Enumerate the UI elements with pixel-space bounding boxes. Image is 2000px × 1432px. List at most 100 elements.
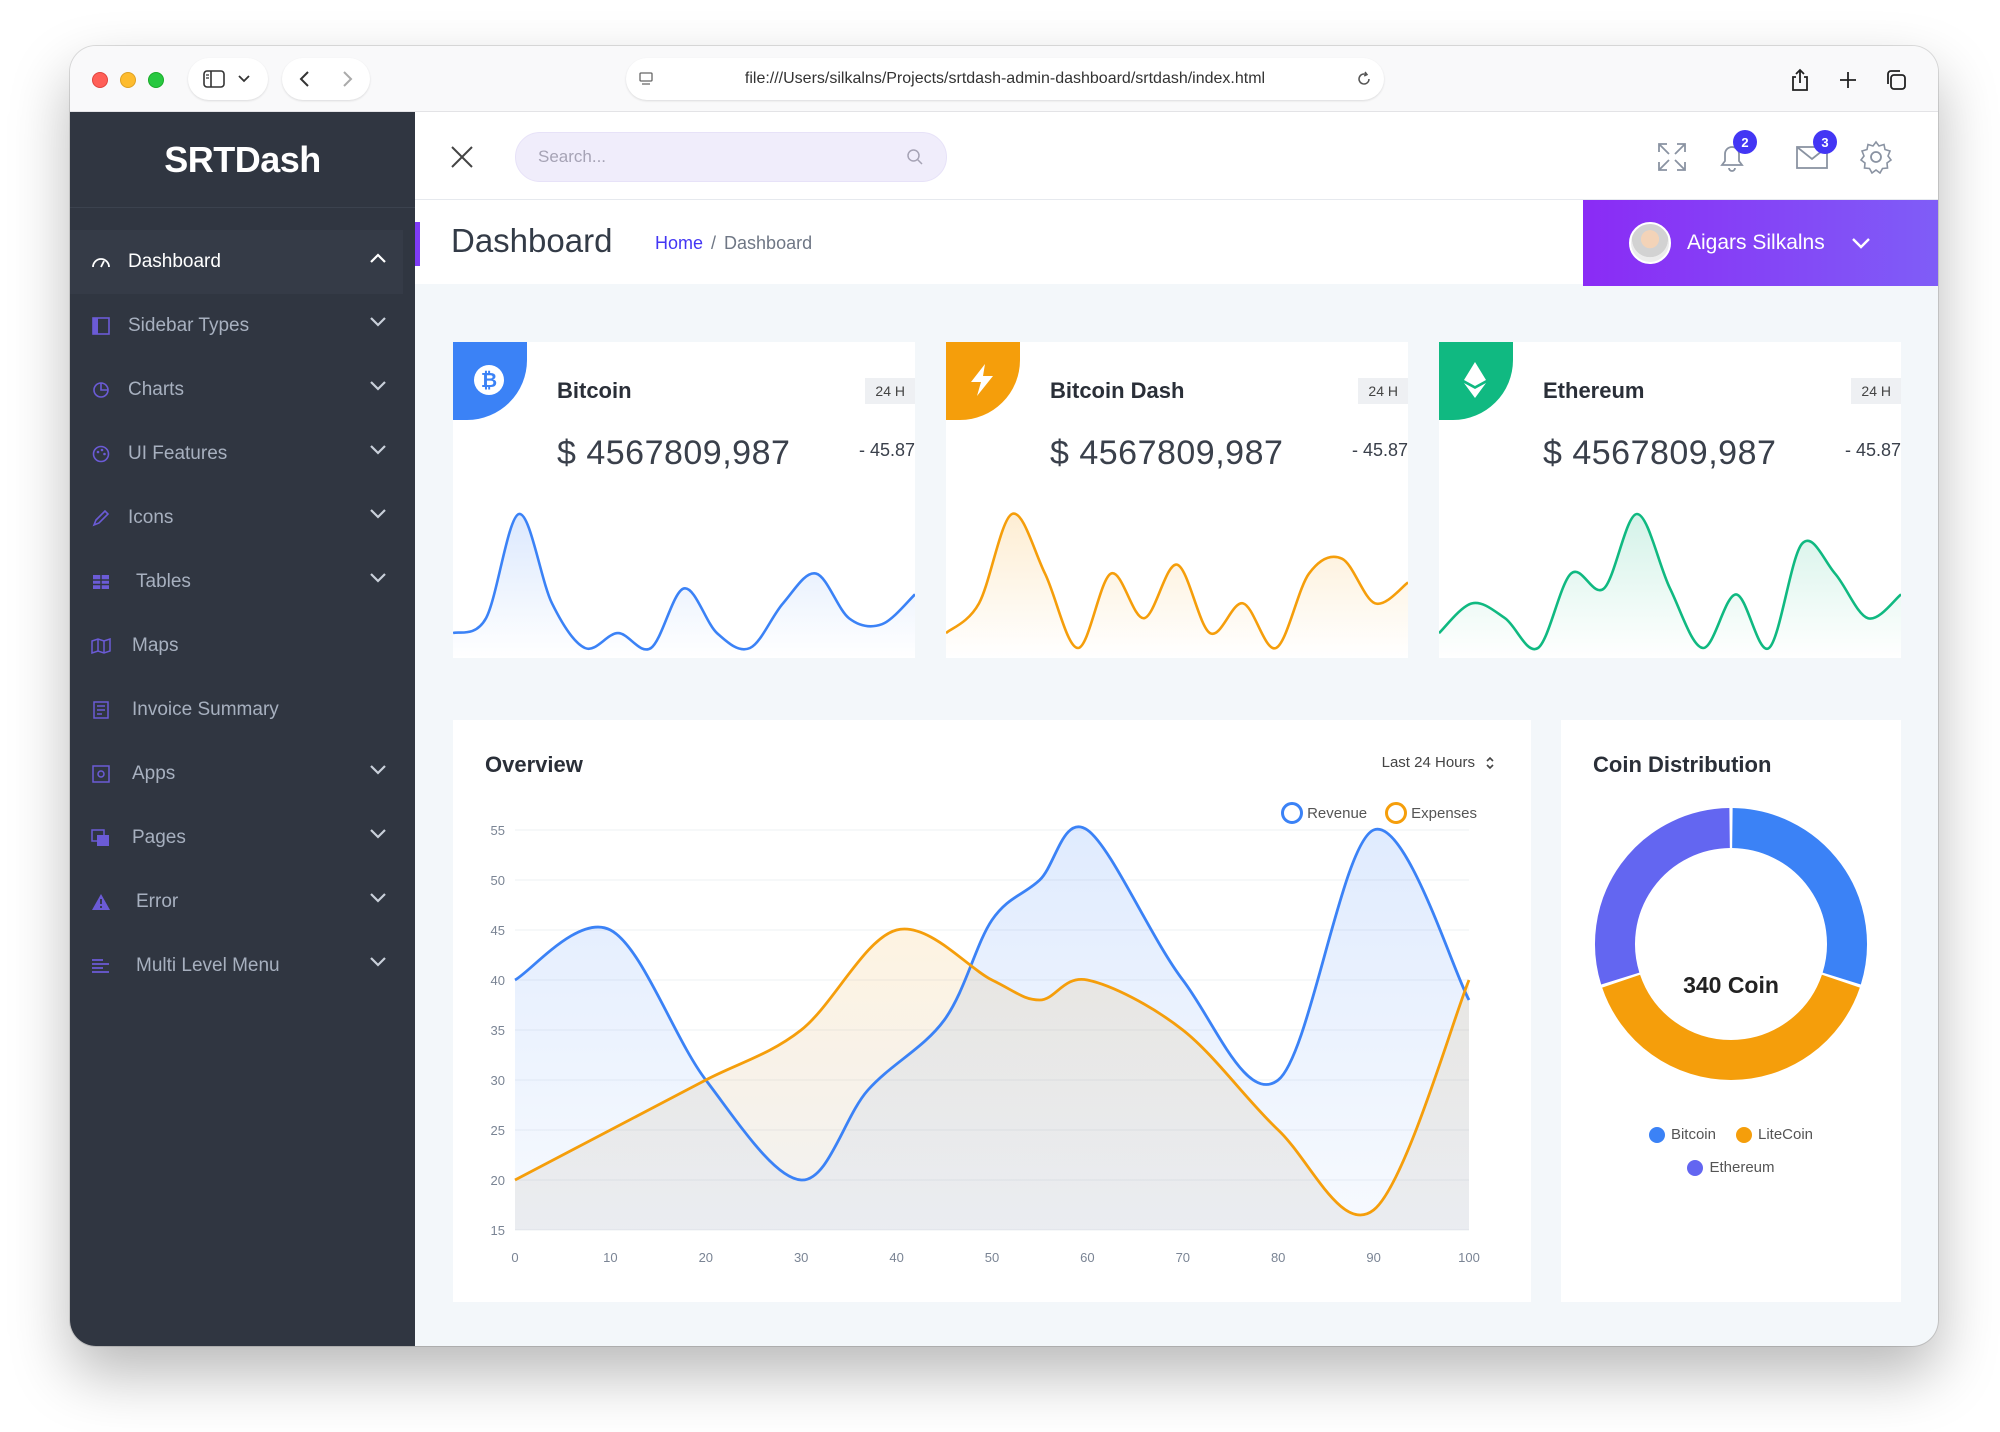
sidebar-item-label: Invoice Summary (132, 699, 279, 720)
breadcrumb-current: Dashboard (724, 233, 813, 253)
search-input[interactable] (538, 133, 878, 181)
legend-expenses[interactable]: Expenses (1385, 802, 1477, 824)
x-tick-label: 20 (699, 1250, 713, 1265)
coin-price: $ 4567809,987 (1050, 434, 1284, 472)
user-name: Aigars Silkalns (1687, 231, 1825, 254)
palette-icon (88, 441, 114, 467)
maximize-window-button[interactable] (148, 72, 164, 88)
svg-text:₿: ₿ (481, 370, 497, 392)
settings-button[interactable] (1855, 136, 1897, 178)
browser-toolbar: file:///Users/silkalns/Projects/srtdash-… (70, 46, 1938, 112)
sidebar-item-pages[interactable]: Pages (70, 806, 415, 870)
x-tick-label: 10 (603, 1250, 617, 1265)
coin-price: $ 4567809,987 (557, 434, 791, 472)
coin-badge (1439, 342, 1513, 420)
pages-icon (88, 825, 114, 851)
sparkline-area (453, 513, 915, 658)
minimize-window-button[interactable] (120, 72, 136, 88)
reload-icon[interactable] (1356, 71, 1372, 87)
legend-bitcoin[interactable]: Bitcoin (1648, 1126, 1716, 1143)
chevron-down-icon (370, 893, 386, 903)
chevron-up-icon (370, 253, 386, 263)
sidebar-item-icons[interactable]: Icons (70, 486, 415, 550)
forward-button[interactable] (326, 58, 370, 100)
sidebar: SRTDash Dashboard Sidebar Types Charts U… (70, 112, 415, 1346)
close-window-button[interactable] (92, 72, 108, 88)
search-icon[interactable] (906, 148, 924, 166)
nav-buttons (282, 58, 370, 100)
legend-swatch (1385, 802, 1408, 824)
sidebar-item-maps[interactable]: Maps (70, 614, 415, 678)
legend-label: LiteCoin (1757, 1126, 1814, 1143)
legend-ethereum[interactable]: Ethereum (1687, 1159, 1775, 1176)
sidebar-item-ui-features[interactable]: UI Features (70, 422, 415, 486)
sidebar-item-label: Charts (128, 379, 184, 400)
y-tick-label: 40 (491, 973, 505, 988)
sidebar-item-charts[interactable]: Charts (70, 358, 415, 422)
sidebar-item-multi-level-menu[interactable]: Multi Level Menu (70, 934, 415, 998)
table-icon (88, 569, 114, 595)
coin-change: - 45.87 (1844, 440, 1901, 460)
search-box (515, 132, 947, 182)
coin-name: Bitcoin (557, 378, 632, 403)
x-tick-label: 100 (1458, 1250, 1480, 1265)
browser-window: file:///Users/silkalns/Projects/srtdash-… (70, 46, 1938, 1346)
chevron-down-icon (1851, 238, 1870, 249)
sidebar-menu-button[interactable] (226, 58, 262, 100)
x-tick-label: 90 (1366, 1250, 1380, 1265)
messages-button[interactable]: 3 (1791, 130, 1837, 178)
legend-label: Revenue (1307, 804, 1368, 822)
sidebar-item-tables[interactable]: Tables (70, 550, 415, 614)
new-tab-button[interactable] (1828, 60, 1868, 100)
logo[interactable]: SRTDash (164, 139, 321, 181)
map-icon (88, 633, 114, 659)
back-button[interactable] (282, 58, 326, 100)
sidebar-item-label: Error (136, 891, 179, 912)
y-tick-label: 15 (491, 1223, 505, 1238)
share-icon (1792, 68, 1808, 91)
address-bar[interactable]: file:///Users/silkalns/Projects/srtdash-… (626, 58, 1384, 100)
legend-swatch (1687, 1159, 1704, 1176)
chevron-down-icon (370, 573, 386, 583)
sparkline-chart (946, 512, 1408, 658)
avatar (1629, 222, 1671, 264)
sidebar-item-label: Apps (132, 763, 176, 784)
sidebar-item-sidebar-types[interactable]: Sidebar Types (70, 294, 415, 358)
coin-period-badge: 24 H (1358, 378, 1408, 404)
sidebar-item-invoice-summary[interactable]: Invoice Summary (70, 678, 415, 742)
chevron-down-icon (370, 957, 386, 967)
sidebar-item-label: Icons (128, 507, 174, 528)
sidebar-item-error[interactable]: Error (70, 870, 415, 934)
y-tick-label: 50 (491, 873, 505, 888)
chevron-down-icon (370, 445, 386, 455)
breadcrumb-home-link[interactable]: Home (655, 233, 703, 253)
donut-center-label: 340 Coin (1683, 972, 1779, 998)
fullscreen-button[interactable] (1651, 136, 1693, 178)
close-sidebar-icon[interactable] (449, 144, 475, 170)
sidebar-item-dashboard[interactable]: Dashboard (70, 230, 403, 294)
distribution-legend: Bitcoin LiteCoin Ethereum (1561, 1126, 1901, 1192)
legend-revenue[interactable]: Revenue (1281, 802, 1367, 824)
y-tick-label: 45 (491, 923, 505, 938)
legend-swatch (1735, 1126, 1752, 1143)
chevron-down-icon (370, 381, 386, 391)
messages-badge: 3 (1813, 130, 1837, 154)
sidebar-item-apps[interactable]: Apps (70, 742, 415, 806)
x-tick-label: 70 (1176, 1250, 1190, 1265)
user-profile-menu[interactable]: Aigars Silkalns (1583, 200, 1938, 286)
coin-change: - 45.87 (1351, 440, 1408, 460)
tab-overview-button[interactable] (1876, 60, 1916, 100)
coin-name: Ethereum (1543, 378, 1645, 403)
coin-badge: ₿ (453, 342, 527, 420)
dashboard-icon (88, 249, 114, 275)
x-tick-label: 30 (794, 1250, 808, 1265)
time-range-select[interactable]: Last 24 Hours (1382, 754, 1495, 771)
sort-arrows-icon (1486, 756, 1494, 769)
notifications-button[interactable]: 2 (1711, 130, 1757, 178)
legend-litecoin[interactable]: LiteCoin (1735, 1126, 1814, 1143)
share-button[interactable] (1780, 60, 1820, 100)
coin-card-ethereum: Ethereum 24 H $ 4567809,987 - 45.87 (1439, 342, 1901, 658)
sidebar-toggle-group (188, 58, 268, 100)
chevron-down-icon (370, 509, 386, 519)
bitcoin-icon: ₿ (474, 365, 504, 395)
